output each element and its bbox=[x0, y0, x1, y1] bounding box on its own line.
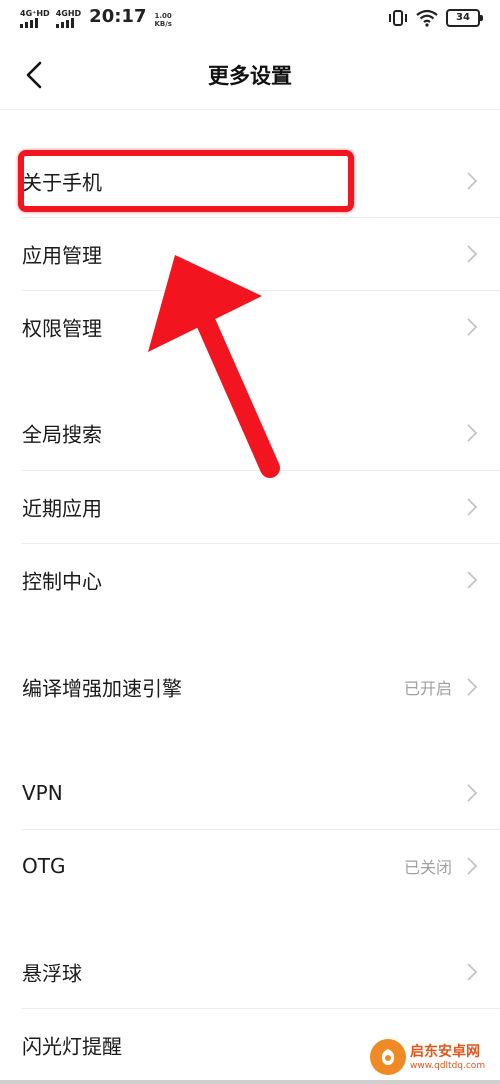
watermark-url: www.qdltdq.com bbox=[410, 1060, 486, 1071]
row-label: 近期应用 bbox=[22, 496, 102, 521]
chevron-right-icon bbox=[467, 245, 478, 263]
chevron-right-icon bbox=[467, 857, 478, 875]
row-label: VPN bbox=[22, 781, 63, 805]
site-watermark: 启东安卓网 www.qdltdq.com bbox=[370, 1030, 500, 1084]
watermark-name: 启东安卓网 bbox=[410, 1043, 480, 1060]
network-speed-value: 1.00 bbox=[154, 12, 172, 20]
settings-row-control-center[interactable]: 控制中心 bbox=[0, 544, 500, 616]
wifi-icon bbox=[416, 9, 438, 27]
chevron-right-icon bbox=[467, 784, 478, 802]
chevron-right-icon bbox=[467, 318, 478, 336]
signal-1-label: 4G⁺HD bbox=[20, 9, 50, 18]
header: 更多设置 bbox=[0, 38, 500, 110]
status-left: 4G⁺HD 4GHD 20:17 1.00 KB/s bbox=[20, 6, 172, 28]
watermark-logo-icon bbox=[370, 1039, 406, 1075]
signal-bars-icon bbox=[55, 18, 74, 28]
chevron-right-icon bbox=[467, 498, 478, 516]
header-divider bbox=[0, 109, 500, 110]
settings-row-otg[interactable]: OTG 已关闭 bbox=[0, 830, 500, 902]
signal-2-label: 4GHD bbox=[55, 9, 82, 18]
battery-level: 34 bbox=[456, 12, 470, 23]
row-label: 全局搜索 bbox=[22, 422, 102, 447]
chevron-right-icon bbox=[467, 172, 478, 190]
row-status-value: 已开启 bbox=[403, 679, 452, 698]
row-label: 闪光灯提醒 bbox=[22, 1034, 122, 1059]
settings-row-permission-management[interactable]: 权限管理 bbox=[0, 291, 500, 363]
settings-row-global-search[interactable]: 全局搜索 bbox=[0, 397, 500, 469]
settings-row-compile-boost-engine[interactable]: 编译增强加速引擎 已开启 bbox=[0, 651, 500, 723]
page-title: 更多设置 bbox=[208, 64, 292, 88]
battery-icon: 34 bbox=[446, 9, 483, 27]
chevron-right-icon bbox=[467, 963, 478, 981]
row-label: 控制中心 bbox=[22, 569, 102, 594]
row-status-value: 已关闭 bbox=[403, 858, 452, 877]
signal-bars-icon bbox=[20, 18, 38, 28]
signal-1: 4G⁺HD bbox=[20, 9, 50, 28]
row-label: 权限管理 bbox=[22, 316, 102, 341]
settings-row-floating-ball[interactable]: 悬浮球 bbox=[0, 936, 500, 1008]
chevron-right-icon bbox=[467, 424, 478, 442]
status-bar: 4G⁺HD 4GHD 20:17 1.00 KB/s 34 bbox=[0, 0, 500, 38]
row-label: 应用管理 bbox=[22, 243, 102, 268]
row-label: OTG bbox=[22, 854, 66, 878]
signal-2: 4GHD bbox=[55, 9, 82, 28]
chevron-right-icon bbox=[467, 571, 478, 589]
vibrate-icon bbox=[389, 10, 407, 26]
clock: 20:17 bbox=[89, 6, 147, 27]
row-label: 悬浮球 bbox=[22, 961, 82, 986]
chevron-right-icon bbox=[467, 678, 478, 696]
settings-row-recent-apps[interactable]: 近期应用 bbox=[0, 471, 500, 543]
bottom-edge bbox=[0, 1080, 500, 1084]
row-label: 编译增强加速引擎 bbox=[22, 676, 182, 701]
highlight-box bbox=[18, 150, 354, 212]
settings-row-vpn[interactable]: VPN bbox=[0, 757, 500, 829]
network-speed: 1.00 KB/s bbox=[154, 12, 171, 28]
network-speed-unit: KB/s bbox=[154, 20, 172, 28]
settings-row-app-management[interactable]: 应用管理 bbox=[0, 218, 500, 290]
status-right: 34 bbox=[388, 9, 483, 27]
